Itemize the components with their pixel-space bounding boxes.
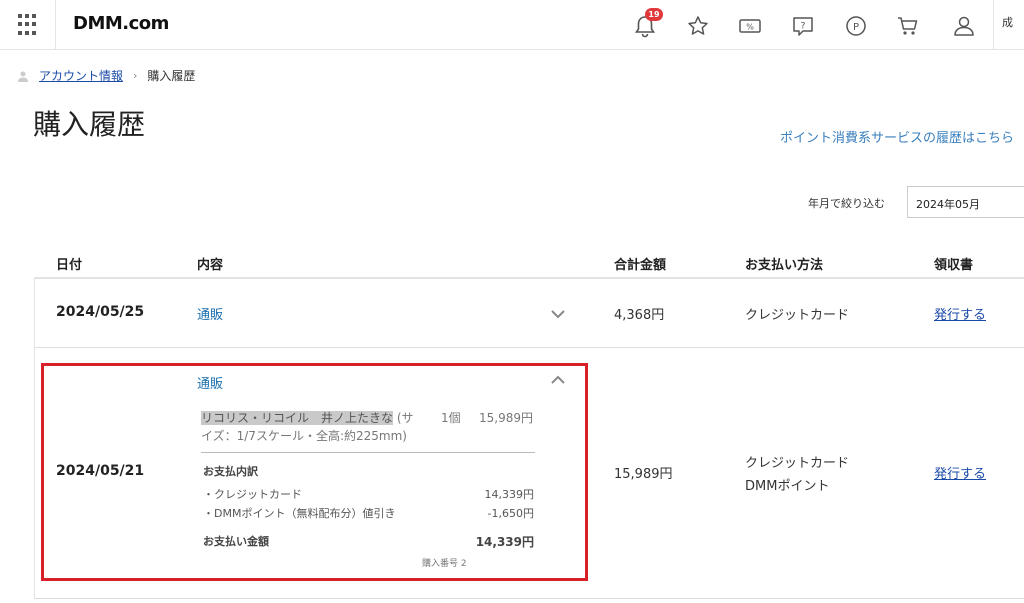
page-title: 購入履歴 xyxy=(33,108,146,141)
row-total: 15,989円 xyxy=(614,467,673,482)
row-date: 2024/05/25 xyxy=(56,304,145,320)
row-divider xyxy=(34,598,1024,599)
coupon-icon[interactable]: % xyxy=(737,13,763,39)
star-icon[interactable] xyxy=(685,13,711,39)
table-header-divider xyxy=(34,277,1024,279)
col-header-receipt: 領収書 xyxy=(934,258,974,273)
col-header-date: 日付 xyxy=(56,258,83,273)
notification-badge: 19 xyxy=(645,8,663,21)
chevron-down-icon[interactable] xyxy=(550,309,566,319)
header-truncated-text[interactable]: 成 xyxy=(1002,14,1013,30)
breadcrumb-current: 購入履歴 xyxy=(147,69,196,83)
month-filter-select[interactable]: 2024年05月 xyxy=(907,186,1024,218)
user-icon[interactable] xyxy=(951,13,977,39)
row-divider xyxy=(34,347,1024,348)
header-divider-right xyxy=(993,0,994,50)
receipt-issue-link[interactable]: 発行する xyxy=(934,304,986,323)
svg-text:%: % xyxy=(746,23,754,32)
grid-menu-icon[interactable] xyxy=(18,14,40,36)
row-payment: クレジットカード xyxy=(745,308,850,323)
svg-text:P: P xyxy=(853,22,859,33)
row-payment-point: DMMポイント xyxy=(745,479,830,494)
receipt-issue-link[interactable]: 発行する xyxy=(934,463,986,482)
user-icon xyxy=(18,71,28,82)
breadcrumb: アカウント情報 › 購入履歴 xyxy=(17,67,195,84)
header-divider xyxy=(55,0,56,50)
col-header-total: 合計金額 xyxy=(614,258,667,273)
filter-label: 年月で絞り込む xyxy=(808,197,885,210)
table-left-border xyxy=(34,279,35,599)
point-icon[interactable]: P xyxy=(843,13,869,39)
top-header: DMM.com 19 % ? P 成 xyxy=(0,0,1024,50)
svg-text:?: ? xyxy=(801,22,806,32)
highlight-box xyxy=(41,363,588,581)
point-history-link[interactable]: ポイント消費系サービスの履歴はこちら xyxy=(780,127,1014,146)
help-icon[interactable]: ? xyxy=(790,13,816,39)
row-content[interactable]: 通販 xyxy=(197,304,223,323)
breadcrumb-separator: › xyxy=(133,69,138,82)
cart-icon[interactable] xyxy=(895,13,921,39)
col-header-payment: お支払い方法 xyxy=(745,258,824,273)
col-header-content: 内容 xyxy=(197,258,224,273)
dmm-logo[interactable]: DMM.com xyxy=(73,13,169,34)
row-total: 4,368円 xyxy=(614,308,665,323)
breadcrumb-account-link[interactable]: アカウント情報 xyxy=(39,67,123,84)
row-payment-credit: クレジットカード xyxy=(745,456,850,471)
